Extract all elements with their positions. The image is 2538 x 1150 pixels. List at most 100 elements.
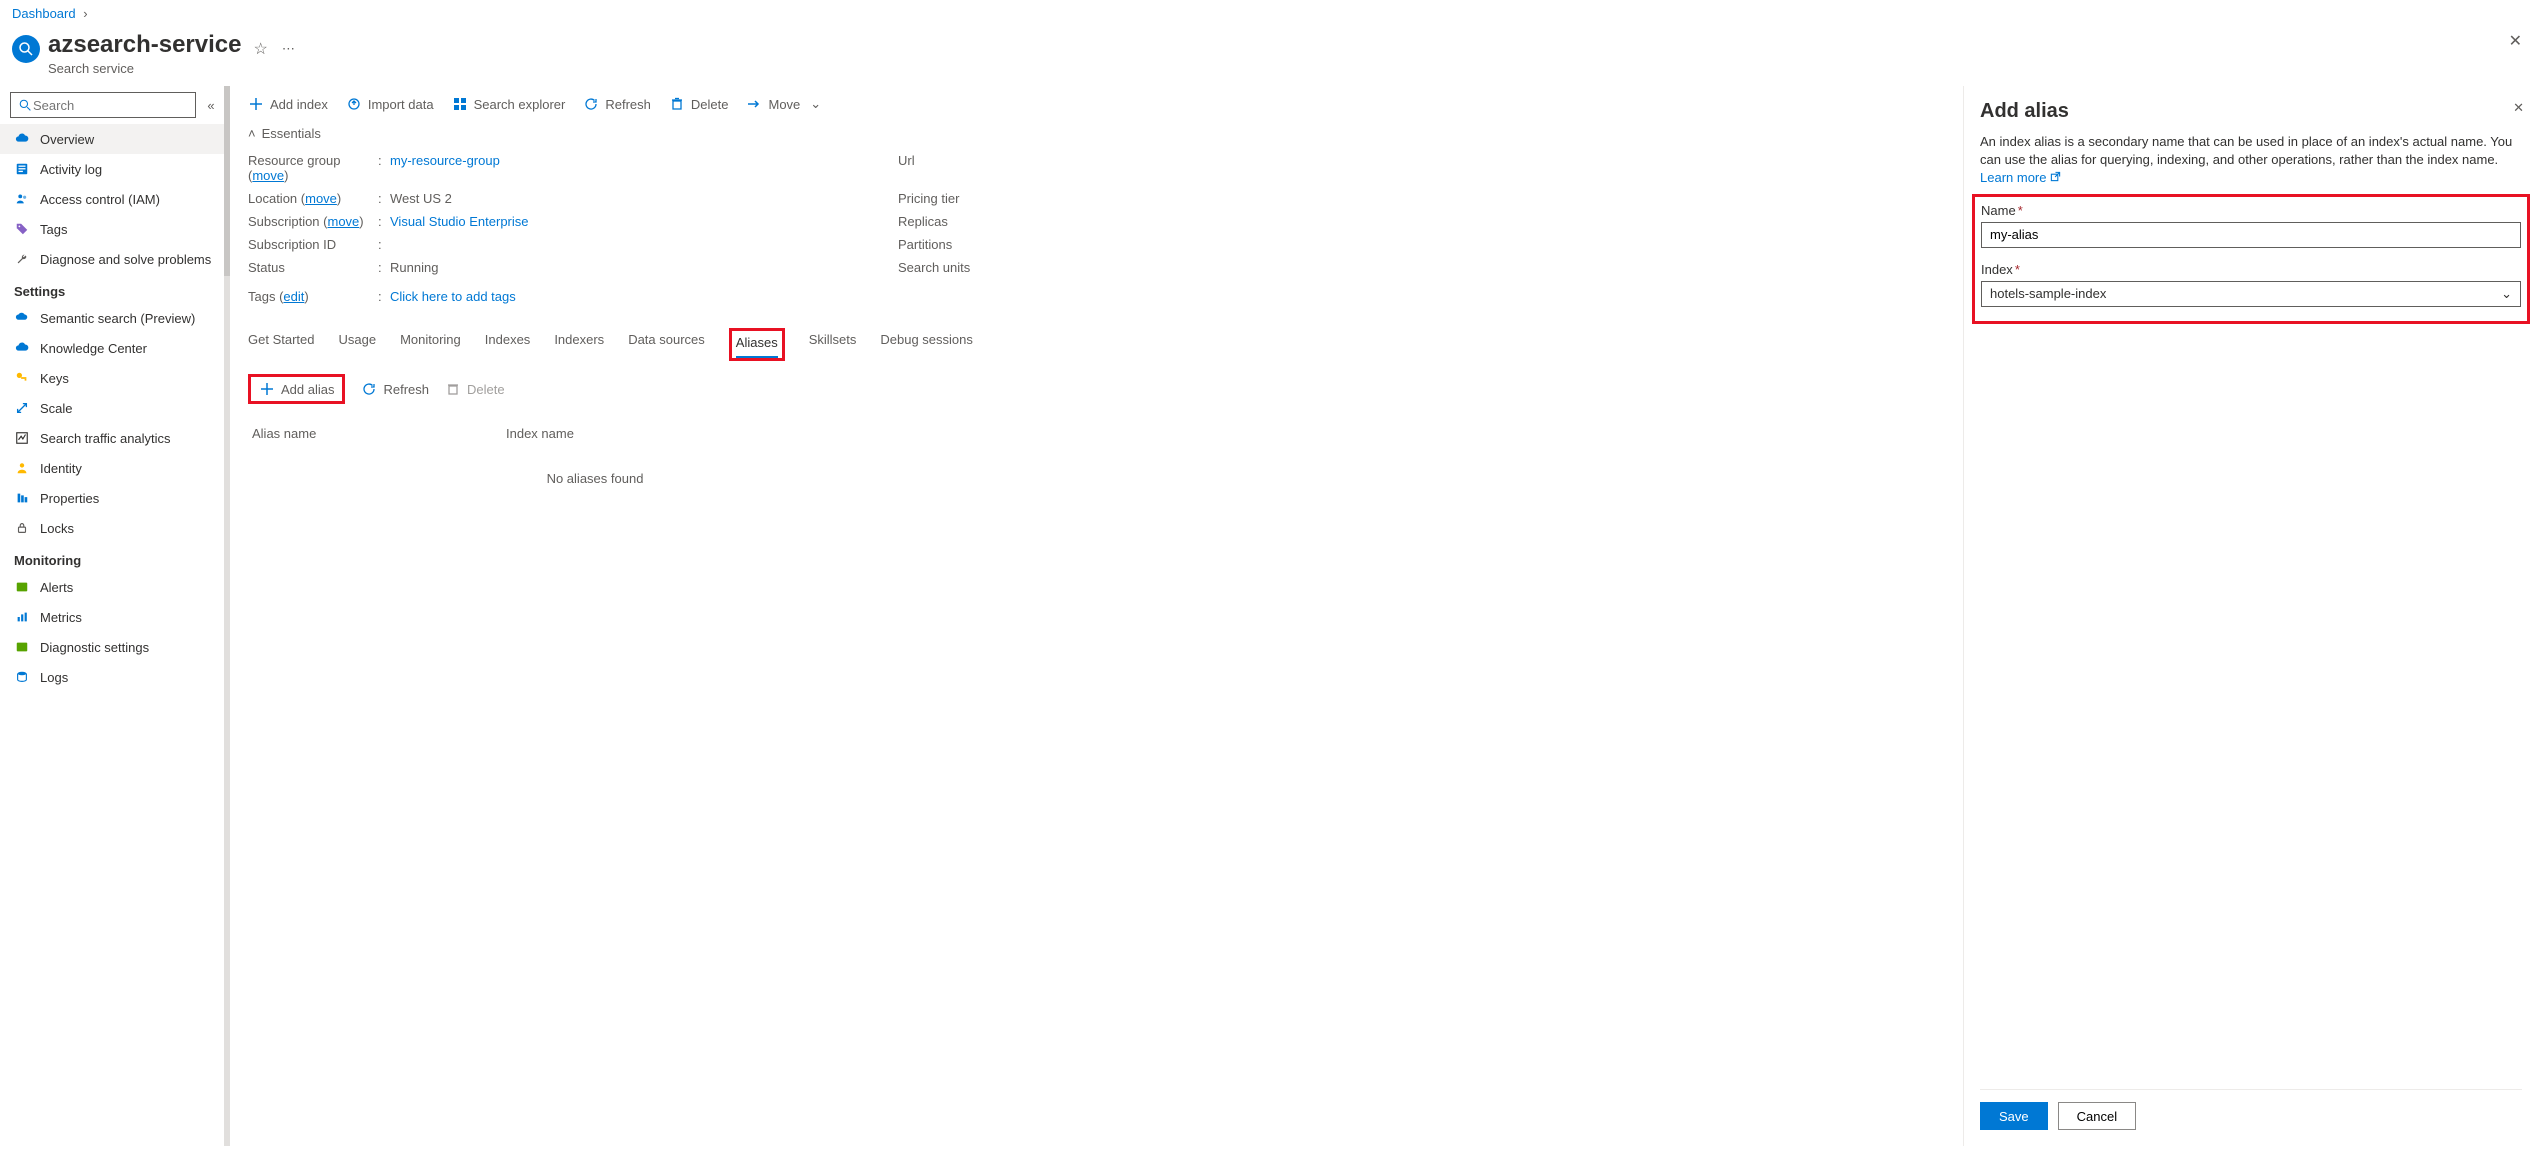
- sidebar-item-label: Identity: [40, 461, 82, 476]
- sidebar-item-alerts[interactable]: Alerts: [0, 572, 230, 602]
- analytics-icon: [14, 430, 30, 446]
- sidebar-item-traffic-analytics[interactable]: Search traffic analytics: [0, 423, 230, 453]
- edit-tags-link[interactable]: edit: [283, 289, 304, 304]
- sidebar-item-access-control[interactable]: Access control (IAM): [0, 184, 230, 214]
- sidebar-item-identity[interactable]: Identity: [0, 453, 230, 483]
- alias-table-header: Alias name Index name: [230, 416, 1963, 451]
- refresh-button[interactable]: Refresh: [583, 96, 651, 112]
- save-button[interactable]: Save: [1980, 1102, 2048, 1130]
- import-data-button[interactable]: Import data: [346, 96, 434, 112]
- essentials-replicas-label: Replicas: [898, 214, 948, 229]
- sidebar-item-overview[interactable]: Overview: [0, 124, 230, 154]
- alias-name-input[interactable]: [1981, 222, 2521, 248]
- search-input[interactable]: [33, 98, 189, 113]
- sidebar-item-diagnostic-settings[interactable]: Diagnostic settings: [0, 632, 230, 662]
- no-aliases-message: No aliases found: [230, 451, 960, 506]
- sidebar: « Overview Activity log Access control (…: [0, 86, 230, 1146]
- panel-footer: Save Cancel: [1980, 1089, 2522, 1146]
- sidebar-item-keys[interactable]: Keys: [0, 363, 230, 393]
- tag-icon: [14, 221, 30, 237]
- more-menu-icon[interactable]: ⋯: [282, 41, 295, 57]
- sidebar-search[interactable]: [10, 92, 196, 118]
- name-field-label: Name*: [1981, 203, 2521, 218]
- sidebar-item-properties[interactable]: Properties: [0, 483, 230, 513]
- tab-get-started[interactable]: Get Started: [248, 328, 314, 361]
- main-content: Add index Import data Search explorer Re…: [230, 86, 1963, 1146]
- page-title: azsearch-service: [48, 31, 241, 59]
- sidebar-item-metrics[interactable]: Metrics: [0, 602, 230, 632]
- collapse-sidebar-icon[interactable]: «: [202, 98, 220, 113]
- tab-usage[interactable]: Usage: [338, 328, 376, 361]
- add-alias-panel: Add alias ✕ An index alias is a secondar…: [1963, 86, 2538, 1146]
- resource-group-link[interactable]: my-resource-group: [390, 153, 500, 168]
- breadcrumb-root[interactable]: Dashboard: [12, 6, 76, 21]
- add-index-button[interactable]: Add index: [248, 96, 328, 112]
- column-alias-name[interactable]: Alias name: [252, 426, 506, 441]
- lock-icon: [14, 520, 30, 536]
- location-value: West US 2: [390, 191, 452, 206]
- subscription-link[interactable]: Visual Studio Enterprise: [390, 214, 529, 229]
- move-subscription-link[interactable]: move: [328, 214, 360, 229]
- logs-icon: [14, 669, 30, 685]
- delete-alias-button: Delete: [445, 381, 505, 397]
- sidebar-item-semantic-search[interactable]: Semantic search (Preview): [0, 303, 230, 333]
- favorite-icon[interactable]: ☆: [253, 39, 267, 59]
- sidebar-item-label: Logs: [40, 670, 68, 685]
- move-button[interactable]: Move⌄: [746, 96, 821, 112]
- page-header: azsearch-service Search service ☆ ⋯ ✕: [0, 27, 2538, 86]
- people-icon: [14, 191, 30, 207]
- add-alias-button[interactable]: Add alias: [259, 381, 334, 397]
- page-subtitle: Search service: [48, 61, 241, 76]
- chevron-right-icon: ›: [79, 6, 87, 21]
- panel-title: Add alias: [1980, 100, 2522, 123]
- essentials-partitions-label: Partitions: [898, 237, 952, 252]
- cloud-icon: [14, 131, 30, 147]
- metrics-icon: [14, 609, 30, 625]
- tab-data-sources[interactable]: Data sources: [628, 328, 705, 361]
- sidebar-item-tags[interactable]: Tags: [0, 214, 230, 244]
- sidebar-item-locks[interactable]: Locks: [0, 513, 230, 543]
- add-tags-link[interactable]: Click here to add tags: [390, 289, 516, 304]
- tab-skillsets[interactable]: Skillsets: [809, 328, 857, 361]
- essentials-url-label: Url: [898, 153, 915, 183]
- sidebar-section-settings: Settings: [0, 274, 230, 303]
- sidebar-item-label: Overview: [40, 132, 94, 147]
- key-icon: [14, 370, 30, 386]
- learn-more-link[interactable]: Learn more: [1980, 170, 2061, 185]
- tab-indexers[interactable]: Indexers: [554, 328, 604, 361]
- sidebar-scrollbar[interactable]: [224, 86, 230, 1146]
- index-select[interactable]: hotels-sample-index ⌄: [1981, 281, 2521, 307]
- panel-description: An index alias is a secondary name that …: [1980, 133, 2522, 188]
- close-blade-icon[interactable]: ✕: [2509, 31, 2522, 51]
- sidebar-item-label: Access control (IAM): [40, 192, 160, 207]
- delete-button[interactable]: Delete: [669, 96, 729, 112]
- panel-close-icon[interactable]: ✕: [2513, 100, 2524, 116]
- properties-icon: [14, 490, 30, 506]
- sidebar-item-label: Diagnostic settings: [40, 640, 149, 655]
- log-icon: [14, 161, 30, 177]
- command-bar: Add index Import data Search explorer Re…: [230, 86, 1963, 122]
- sidebar-item-label: Locks: [40, 521, 74, 536]
- external-link-icon: [2050, 171, 2061, 182]
- sidebar-item-activity-log[interactable]: Activity log: [0, 154, 230, 184]
- move-resource-group-link[interactable]: move: [252, 168, 284, 183]
- essentials-toggle[interactable]: ˄ Essentials: [248, 126, 1945, 149]
- move-location-link[interactable]: move: [305, 191, 337, 206]
- sidebar-item-label: Search traffic analytics: [40, 431, 171, 446]
- sidebar-item-knowledge-center[interactable]: Knowledge Center: [0, 333, 230, 363]
- tab-monitoring[interactable]: Monitoring: [400, 328, 461, 361]
- wrench-icon: [14, 251, 30, 267]
- highlight-aliases-tab: Aliases: [729, 328, 785, 361]
- sidebar-item-logs[interactable]: Logs: [0, 662, 230, 692]
- search-explorer-button[interactable]: Search explorer: [452, 96, 566, 112]
- column-index-name[interactable]: Index name: [506, 426, 574, 441]
- cloud-search-icon: [14, 310, 30, 326]
- tab-indexes[interactable]: Indexes: [485, 328, 531, 361]
- tab-aliases[interactable]: Aliases: [736, 331, 778, 358]
- cancel-button[interactable]: Cancel: [2058, 1102, 2136, 1130]
- sidebar-item-diagnose[interactable]: Diagnose and solve problems: [0, 244, 230, 274]
- tab-debug-sessions[interactable]: Debug sessions: [880, 328, 973, 361]
- sidebar-item-label: Tags: [40, 222, 67, 237]
- refresh-aliases-button[interactable]: Refresh: [361, 381, 429, 397]
- sidebar-item-scale[interactable]: Scale: [0, 393, 230, 423]
